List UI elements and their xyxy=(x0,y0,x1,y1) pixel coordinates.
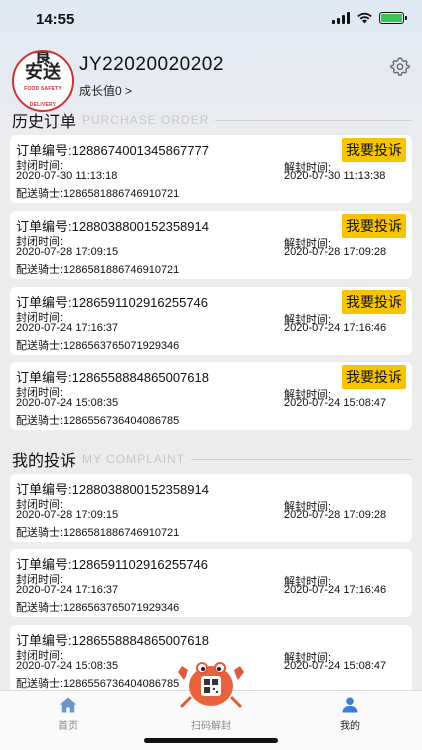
status-time: 14:55 xyxy=(36,11,75,28)
rider-id: 配送骑士:1286563765071929346 xyxy=(16,602,180,614)
unseal-time-value: 2020-07-24 17:16:46 xyxy=(284,322,387,334)
qr-scan-icon[interactable] xyxy=(176,654,246,710)
logo-text-bottom: 安送 xyxy=(25,62,61,83)
person-icon xyxy=(342,697,358,713)
history-order-card[interactable]: 订单编号:1288674001345867777 我要投诉 封闭时间: 解封时间: 20… xyxy=(10,135,412,203)
rider-id: 配送骑士:1286556736404086785 xyxy=(16,678,180,690)
status-icons xyxy=(332,12,407,24)
cellular-signal-icon xyxy=(332,12,350,24)
complain-button[interactable]: 我要投诉 xyxy=(342,214,406,238)
wifi-icon xyxy=(357,12,372,24)
history-subtitle: PURCHASE ORDER xyxy=(82,113,210,127)
status-bar: 14:55 xyxy=(0,0,422,44)
tab-home[interactable]: 首页 xyxy=(28,695,108,732)
history-title: 历史订单 xyxy=(12,114,77,131)
complain-button[interactable]: 我要投诉 xyxy=(342,365,406,389)
complain-button[interactable]: 我要投诉 xyxy=(342,138,406,162)
growth-value-link[interactable]: 成长值0 > xyxy=(79,82,132,99)
rider-id: 配送骑士:1286581886746910721 xyxy=(16,188,180,200)
history-order-card[interactable]: 订单编号:1286558884865007618 我要投诉 封闭时间: 解封时间: 20… xyxy=(10,362,412,430)
seal-time-value: 2020-07-24 17:16:37 xyxy=(16,322,119,334)
tab-mine[interactable]: 我的 xyxy=(310,695,390,732)
seal-time-value: 2020-07-24 17:16:37 xyxy=(16,584,119,596)
history-order-card[interactable]: 订单编号:1288038800152358914 我要投诉 封闭时间: 解封时间: 20… xyxy=(10,211,412,279)
seal-time-value: 2020-07-24 15:08:35 xyxy=(16,660,119,672)
rider-id: 配送骑士:1286581886746910721 xyxy=(16,527,180,539)
brand-logo: 食 安送 FOOD SAFETY DELIVERY xyxy=(12,50,74,112)
gear-icon[interactable] xyxy=(390,56,410,76)
unseal-time-value: 2020-07-24 17:16:46 xyxy=(284,584,387,596)
seal-time-value: 2020-07-30 11:13:18 xyxy=(16,170,118,182)
seal-time-value: 2020-07-28 17:09:15 xyxy=(16,509,119,521)
seal-time-value: 2020-07-24 15:08:35 xyxy=(16,397,119,409)
complaint-subtitle: MY COMPLAINT xyxy=(82,452,186,466)
rider-id: 配送骑士:1286563765071929346 xyxy=(16,340,180,352)
tab-scan-label: 扫码解封 xyxy=(191,721,231,732)
home-icon xyxy=(59,697,77,713)
unseal-time-value: 2020-07-24 15:08:47 xyxy=(284,660,387,672)
history-section-title: 历史订单 PURCHASE ORDER xyxy=(12,108,412,132)
rider-id: 配送骑士:1286581886746910721 xyxy=(16,264,180,276)
section-divider xyxy=(191,458,412,460)
complaint-title: 我的投诉 xyxy=(12,453,77,470)
rider-id: 配送骑士:1286556736404086785 xyxy=(16,415,180,427)
home-indicator xyxy=(144,738,278,743)
unseal-time-value: 2020-07-28 17:09:28 xyxy=(284,509,387,521)
tab-mine-label: 我的 xyxy=(340,721,360,732)
complaint-card[interactable]: 订单编号:1286591102916255746 封闭时间: 解封时间: 2020-0… xyxy=(10,549,412,617)
history-order-card[interactable]: 订单编号:1286591102916255746 我要投诉 封闭时间: 解封时间: 20… xyxy=(10,287,412,355)
complaint-section-title: 我的投诉 MY COMPLAINT xyxy=(12,447,412,471)
unseal-time-value: 2020-07-30 11:13:38 xyxy=(284,170,386,182)
user-id: JY22020020202 xyxy=(79,54,224,75)
complaint-card[interactable]: 订单编号:1288038800152358914 封闭时间: 解封时间: 2020-0… xyxy=(10,474,412,542)
seal-time-value: 2020-07-28 17:09:15 xyxy=(16,246,119,258)
section-divider xyxy=(215,119,412,121)
unseal-time-value: 2020-07-28 17:09:28 xyxy=(284,246,387,258)
battery-icon xyxy=(379,12,407,24)
tab-home-label: 首页 xyxy=(58,721,78,732)
complain-button[interactable]: 我要投诉 xyxy=(342,290,406,314)
unseal-time-value: 2020-07-24 15:08:47 xyxy=(284,397,387,409)
